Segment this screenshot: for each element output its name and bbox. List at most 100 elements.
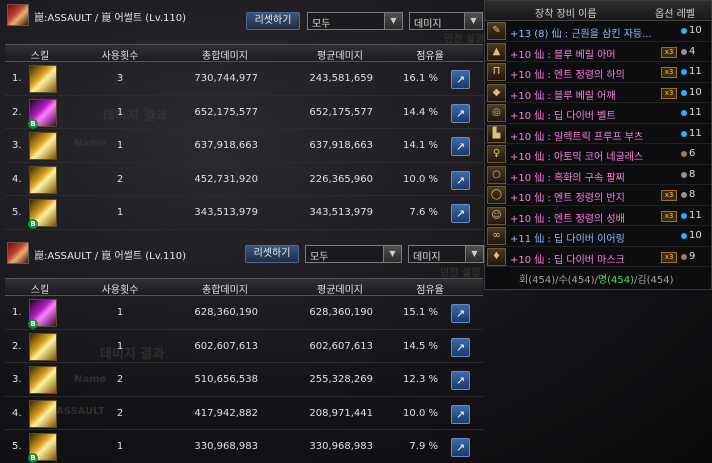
share-button[interactable]: ↗ xyxy=(451,438,470,457)
equipment-item[interactable]: ∞ +11 仙 : 딥 다이버 이어링 10 xyxy=(485,226,711,247)
table-row: 4. 2 417,942,882 208,971,441 10.0 % ↗ xyxy=(5,397,483,430)
rank-number: 2. xyxy=(12,340,22,352)
reset-button[interactable]: 리셋하기 xyxy=(246,12,300,30)
share-button[interactable]: ↗ xyxy=(451,204,470,223)
equipment-name-header: 장착 장비 이름 xyxy=(535,9,597,20)
rank-number: 3. xyxy=(12,374,22,385)
option-grade-icon xyxy=(681,110,687,116)
table-rows: 1. B 1 628,360,190 628,360,190 15.1 % ↗ 2. 1 602,… xyxy=(5,296,483,463)
skill-icon: B xyxy=(28,98,57,129)
equipment-slot-icon: ◆ xyxy=(487,83,506,102)
set-badge-icon: x3 xyxy=(661,210,677,222)
equipment-item[interactable]: ○ +10 仙 : 흑화의 구속 팔찌 8 xyxy=(485,165,711,185)
chevron-down-icon: ▼ xyxy=(465,246,483,262)
sort-dropdown[interactable]: 데미지 ▼ xyxy=(408,245,484,263)
filter-dropdown[interactable]: 모두 ▼ xyxy=(305,245,402,263)
average-damage: 637,918,663 xyxy=(309,140,373,151)
equipment-name: +10 仙 : 딥 다이버 벨트 xyxy=(510,111,616,122)
equipment-header: 장착 장비 이름 옵션 레벨 xyxy=(485,1,711,21)
option-grade-icon xyxy=(681,151,687,157)
table-row: 1. 3 730,744,977 243,581,659 16.1 % ↗ xyxy=(5,62,483,96)
option-grade-icon xyxy=(681,28,687,34)
skill-icon: B xyxy=(28,433,57,463)
average-damage: 652,175,577 xyxy=(309,106,373,118)
equipment-item[interactable]: ♦ +10 仙 : 딥 다이버 마스크 x3 9 xyxy=(485,247,711,267)
col-total: 총합데미지 xyxy=(202,51,248,62)
reset-button[interactable]: 리셋하기 xyxy=(245,245,299,263)
sort-value: 데미지 xyxy=(414,19,442,30)
stat-highlight: 명(454) xyxy=(597,275,635,286)
share-percent: 14.4 % xyxy=(403,106,438,118)
table-row: 5. B 1 343,513,979 343,513,979 7.6 % ↗ xyxy=(5,196,483,230)
equipment-slot-icon: Π xyxy=(487,63,506,81)
equipment-item[interactable]: ♀ +10 仙 : 아토믹 코어 네글레스 6 xyxy=(485,144,711,165)
share-percent: 7.6 % xyxy=(409,207,438,218)
rank-number: 3. xyxy=(12,140,22,151)
option-level: 8 xyxy=(689,168,696,180)
col-count: 사용횟수 xyxy=(101,51,139,62)
total-damage: 510,656,538 xyxy=(194,374,258,385)
panel-header: 崑:ASSAULT / 崑 어썰트 (Lv.110) 리셋하기 모두 ▼ 데미지… xyxy=(0,0,484,36)
equipment-name: +11 仙 : 딥 다이버 이어링 xyxy=(510,234,625,245)
share-button[interactable]: ↗ xyxy=(451,103,470,123)
equipment-slot-icon: ♦ xyxy=(487,247,506,266)
sort-dropdown[interactable]: 데미지 ▼ xyxy=(409,12,483,30)
equipment-list: ✎ +13 (8) 仙 : 근원을 삼킨 자등... 10 ▲ +10 仙 : 블루 베… xyxy=(485,21,711,267)
share-percent: 12.3 % xyxy=(403,374,438,385)
equipment-item[interactable]: ◯ +10 仙 : 엔트 정령의 반지 x3 8 xyxy=(485,185,711,206)
equipment-item[interactable]: ◎ +10 仙 : 딥 다이버 벨트 11 xyxy=(485,103,711,124)
col-skill: 스킬 xyxy=(30,285,50,296)
equipment-panel: 장착 장비 이름 옵션 레벨 ✎ +13 (8) 仙 : 근원을 삼킨 자등...… xyxy=(484,0,712,290)
col-count: 사용횟수 xyxy=(101,285,139,296)
skill-icon xyxy=(29,132,57,160)
equipment-item[interactable]: ▙ +10 仙 : 일렉트릭 프루프 부츠 11 xyxy=(485,124,711,144)
filter-value: 모두 xyxy=(310,252,329,263)
total-damage: 637,918,663 xyxy=(194,140,258,151)
equipment-name: +10 仙 : 엔트 정령의 반지 xyxy=(510,193,625,204)
skill-icon: B xyxy=(28,299,57,329)
damage-table: 스킬 사용횟수 총합데미지 평균데미지 점유율 1. B 1 628,360,190 6… xyxy=(5,278,483,463)
use-count: 1 xyxy=(116,307,124,318)
skill-icon xyxy=(29,332,57,361)
damage-panel-1: 崑:ASSAULT / 崑 어썰트 (Lv.110) 리셋하기 모두 ▼ 데미지… xyxy=(0,0,484,230)
option-level: 8 xyxy=(689,189,696,200)
average-damage: 602,607,613 xyxy=(309,340,373,352)
col-average: 평균데미지 xyxy=(317,285,363,296)
equipment-name: +13 (8) 仙 : 근원을 삼킨 자등... xyxy=(510,29,652,40)
share-percent: 14.5 % xyxy=(403,340,438,352)
share-button[interactable]: ↗ xyxy=(451,404,470,424)
col-skill: 스킬 xyxy=(30,51,50,62)
share-button[interactable]: ↗ xyxy=(451,170,470,190)
equipment-name: +10 仙 : 딥 다이버 마스크 xyxy=(510,254,625,266)
equipment-name: +10 仙 : 일렉트릭 프루프 부츠 xyxy=(510,131,644,143)
skill-icon xyxy=(29,366,57,394)
rank-number: 4. xyxy=(12,407,22,419)
rank-number: 1. xyxy=(12,307,22,318)
skill-icon xyxy=(29,165,57,194)
set-badge-icon: x3 xyxy=(661,67,677,78)
equipment-item[interactable]: ☺ +10 仙 : 엔트 정령의 성배 x3 11 xyxy=(485,206,711,226)
share-button[interactable]: ↗ xyxy=(451,137,470,156)
use-count: 1 xyxy=(116,340,124,352)
equipment-item[interactable]: ▲ +10 仙 : 블루 베릴 아머 x3 4 xyxy=(485,42,711,62)
rank-number: 5. xyxy=(12,207,22,218)
option-level: 10 xyxy=(689,86,702,98)
share-button[interactable]: ↗ xyxy=(451,337,470,357)
share-button[interactable]: ↗ xyxy=(451,304,470,323)
equipment-item[interactable]: Π +10 仙 : 엔트 정령의 하의 x3 11 xyxy=(485,62,711,83)
average-damage: 255,328,269 xyxy=(309,374,373,385)
share-button[interactable]: ↗ xyxy=(451,371,470,390)
skill-b-badge-icon: B xyxy=(28,319,38,329)
equipment-item[interactable]: ✎ +13 (8) 仙 : 근원을 삼킨 자등... 10 xyxy=(485,21,711,42)
option-grade-icon xyxy=(681,233,687,239)
equipment-item[interactable]: ◆ +10 仙 : 블루 베릴 어깨 x3 10 xyxy=(485,83,711,103)
use-count: 1 xyxy=(116,441,124,452)
use-count: 1 xyxy=(116,106,124,118)
filter-dropdown[interactable]: 모두 ▼ xyxy=(307,12,403,30)
table-row: 4. 2 452,731,920 226,365,960 10.0 % ↗ xyxy=(5,163,483,196)
skill-icon xyxy=(29,65,57,93)
share-button[interactable]: ↗ xyxy=(451,70,470,89)
col-share: 점유율 xyxy=(416,51,444,62)
option-grade-icon xyxy=(681,212,687,219)
character-portrait xyxy=(7,242,29,264)
